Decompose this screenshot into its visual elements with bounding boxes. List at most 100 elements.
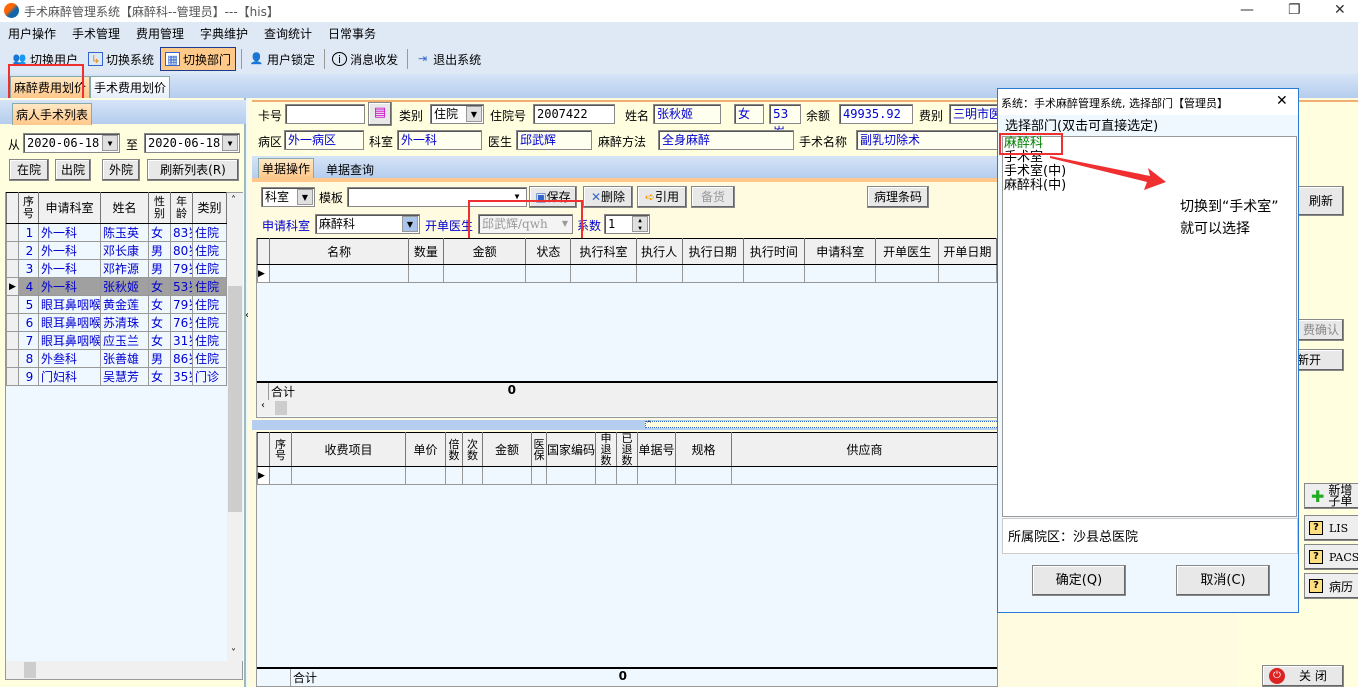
col-header[interactable]: 执行时间	[742, 238, 806, 265]
scroll-left-icon[interactable]: ‹	[261, 400, 265, 411]
col-header[interactable]: 序号	[269, 432, 292, 467]
outside-button[interactable]: 外院	[102, 159, 140, 181]
ok-button[interactable]: 确定(Q)	[1032, 565, 1126, 596]
quote-button[interactable]: ➪引用	[637, 186, 687, 208]
scroll-thumb[interactable]	[228, 286, 242, 512]
col-header[interactable]: 执行人	[635, 238, 683, 265]
col-header[interactable]: 执行日期	[681, 238, 744, 265]
menu-fee[interactable]: 费用管理	[136, 25, 192, 42]
tab-bill-query[interactable]: 单据查询	[326, 161, 374, 178]
pathology-barcode-button[interactable]: 病理条码	[867, 186, 929, 208]
patient-grid-vscrollbar[interactable]: ˄ ˅	[227, 193, 243, 661]
table-row[interactable]: 5眼耳鼻咽喉黄金莲女79岁住院	[6, 295, 227, 314]
col-header[interactable]: 单据号	[637, 432, 676, 467]
tab-patient-list[interactable]: 病人手术列表	[12, 103, 93, 125]
cell: 男	[148, 349, 171, 368]
col-header[interactable]: 规格	[675, 432, 732, 467]
scroll-thumb[interactable]	[24, 662, 36, 678]
scroll-up-icon[interactable]: ˄	[231, 195, 236, 206]
table-row[interactable]: 2外一科邓长康男80岁住院	[6, 241, 227, 260]
col-header[interactable]: 执行科室	[570, 238, 637, 265]
record-button[interactable]: ? 病历	[1304, 573, 1358, 599]
col-header[interactable]: 单价	[405, 432, 446, 467]
col-header[interactable]: 数量	[408, 238, 444, 265]
col-header[interactable]: 名称	[269, 238, 410, 265]
scope-select[interactable]: 科室 ▼	[261, 187, 315, 207]
card-input[interactable]	[285, 104, 365, 124]
col-header[interactable]: 状态	[525, 238, 572, 265]
col-header[interactable]: 金额	[442, 238, 527, 265]
scroll-down-icon[interactable]: ˅	[231, 648, 236, 659]
menu-surgery[interactable]: 手术管理	[72, 25, 128, 42]
table-row[interactable]: 3外一科邓祚源男79岁住院	[6, 259, 227, 278]
table-row[interactable]: 8外叁科张善雄男86岁住院	[6, 349, 227, 368]
messages-button[interactable]: i 消息收发	[328, 47, 402, 71]
col-no[interactable]: 序号	[18, 192, 39, 224]
col-header[interactable]: 金额	[482, 432, 532, 467]
stock-button[interactable]: 备货	[691, 186, 735, 208]
col-header[interactable]: 国家编码	[546, 432, 596, 467]
card-reader-icon[interactable]: ▤	[368, 102, 392, 126]
table-row[interactable]: 9门妇科吴慧芳女35岁门诊	[6, 367, 227, 386]
col-sex[interactable]: 性别	[148, 192, 171, 224]
col-header[interactable]: 开单医生	[875, 238, 939, 265]
menu-dict[interactable]: 字典维护	[200, 25, 256, 42]
type-select[interactable]: 住院 ▼	[430, 104, 484, 124]
add-sub-bill-button[interactable]: ✚ 新增子单	[1304, 483, 1358, 509]
cell: 住院	[192, 223, 227, 242]
patient-grid-hscrollbar[interactable]	[6, 661, 242, 679]
patient-table: 序号 申请科室 姓名 性别 年龄 类别 1外一科陈玉英女83岁住院2外一科邓长康…	[6, 192, 227, 386]
cell: 女	[148, 367, 171, 386]
col-header[interactable]: 申请科室	[804, 238, 877, 265]
label: 病历	[1329, 579, 1354, 594]
dialog-close-icon[interactable]: ✕	[1276, 93, 1288, 109]
col-header[interactable]: 申退数	[595, 432, 617, 467]
current-row-icon: ▶	[257, 466, 270, 485]
col-header[interactable]: 倍数	[445, 432, 463, 467]
col-age[interactable]: 年龄	[170, 192, 193, 224]
in-hospital-button[interactable]: 在院	[9, 159, 49, 181]
col-header[interactable]: 医保	[531, 432, 547, 467]
col-header[interactable]: 开单日期	[937, 238, 998, 265]
spin-icon[interactable]: ▲ ▼	[632, 216, 648, 232]
scroll-thumb[interactable]	[275, 401, 287, 415]
close-window-button[interactable]: ✕	[1334, 2, 1346, 18]
splitter-handle[interactable]: ^	[645, 421, 1005, 428]
close-button[interactable]: ⏻ 关 闭	[1262, 665, 1344, 687]
grid1-hscrollbar[interactable]: ‹	[257, 400, 997, 416]
tab-surgery-pricing[interactable]: 手术费用划价	[90, 76, 171, 98]
table-row[interactable]: 1外一科陈玉英女83岁住院	[6, 223, 227, 242]
lock-user-button[interactable]: 👤 用户锁定	[245, 47, 319, 71]
switch-dept-button[interactable]: ▦ 切换部门	[160, 47, 237, 71]
inpatient-no-input[interactable]: 2007422	[533, 104, 615, 124]
delete-button[interactable]: ✕删除	[583, 186, 633, 208]
menu-daily[interactable]: 日常事务	[328, 25, 384, 42]
lis-button[interactable]: ? LIS	[1304, 515, 1358, 541]
table-row[interactable]: 7眼耳鼻咽喉应玉兰女31岁住院	[6, 331, 227, 350]
menu-query[interactable]: 查询统计	[264, 25, 320, 42]
minimize-button[interactable]: —	[1240, 2, 1254, 18]
from-date-picker[interactable]: 2020-06-18 ▼	[23, 133, 120, 153]
cell: 邓长康	[100, 241, 149, 260]
switch-system-button[interactable]: ↳ 切换系统	[84, 47, 158, 71]
pacs-button[interactable]: ? PACS	[1304, 544, 1358, 570]
menu-user[interactable]: 用户操作	[8, 25, 64, 42]
req-dept-select[interactable]: 麻醉科 ▼	[315, 214, 420, 234]
col-header[interactable]: 次数	[462, 432, 483, 467]
maximize-button[interactable]: ❐	[1288, 2, 1301, 18]
table-row[interactable]: ▶4外一科张秋姬女53岁住院	[6, 277, 227, 296]
table-row[interactable]: 6眼耳鼻咽喉苏清珠女76岁住院	[6, 313, 227, 332]
discharged-button[interactable]: 出院	[55, 159, 91, 181]
col-name[interactable]: 姓名	[100, 192, 149, 224]
factor-stepper[interactable]: 1 ▲ ▼	[604, 214, 650, 234]
exit-button[interactable]: ⇥ 退出系统	[411, 47, 485, 71]
col-header[interactable]: 收费项目	[291, 432, 406, 467]
to-date-picker[interactable]: 2020-06-18 ▼	[144, 133, 240, 153]
refresh-list-button[interactable]: 刷新列表(R)	[147, 159, 239, 181]
cancel-button[interactable]: 取消(C)	[1176, 565, 1270, 596]
col-type[interactable]: 类别	[192, 192, 227, 224]
tab-bill-ops[interactable]: 单据操作	[258, 158, 315, 178]
col-header[interactable]: 供应商	[731, 432, 998, 467]
col-dept[interactable]: 申请科室	[38, 192, 101, 224]
col-header[interactable]: 已退数	[616, 432, 638, 467]
